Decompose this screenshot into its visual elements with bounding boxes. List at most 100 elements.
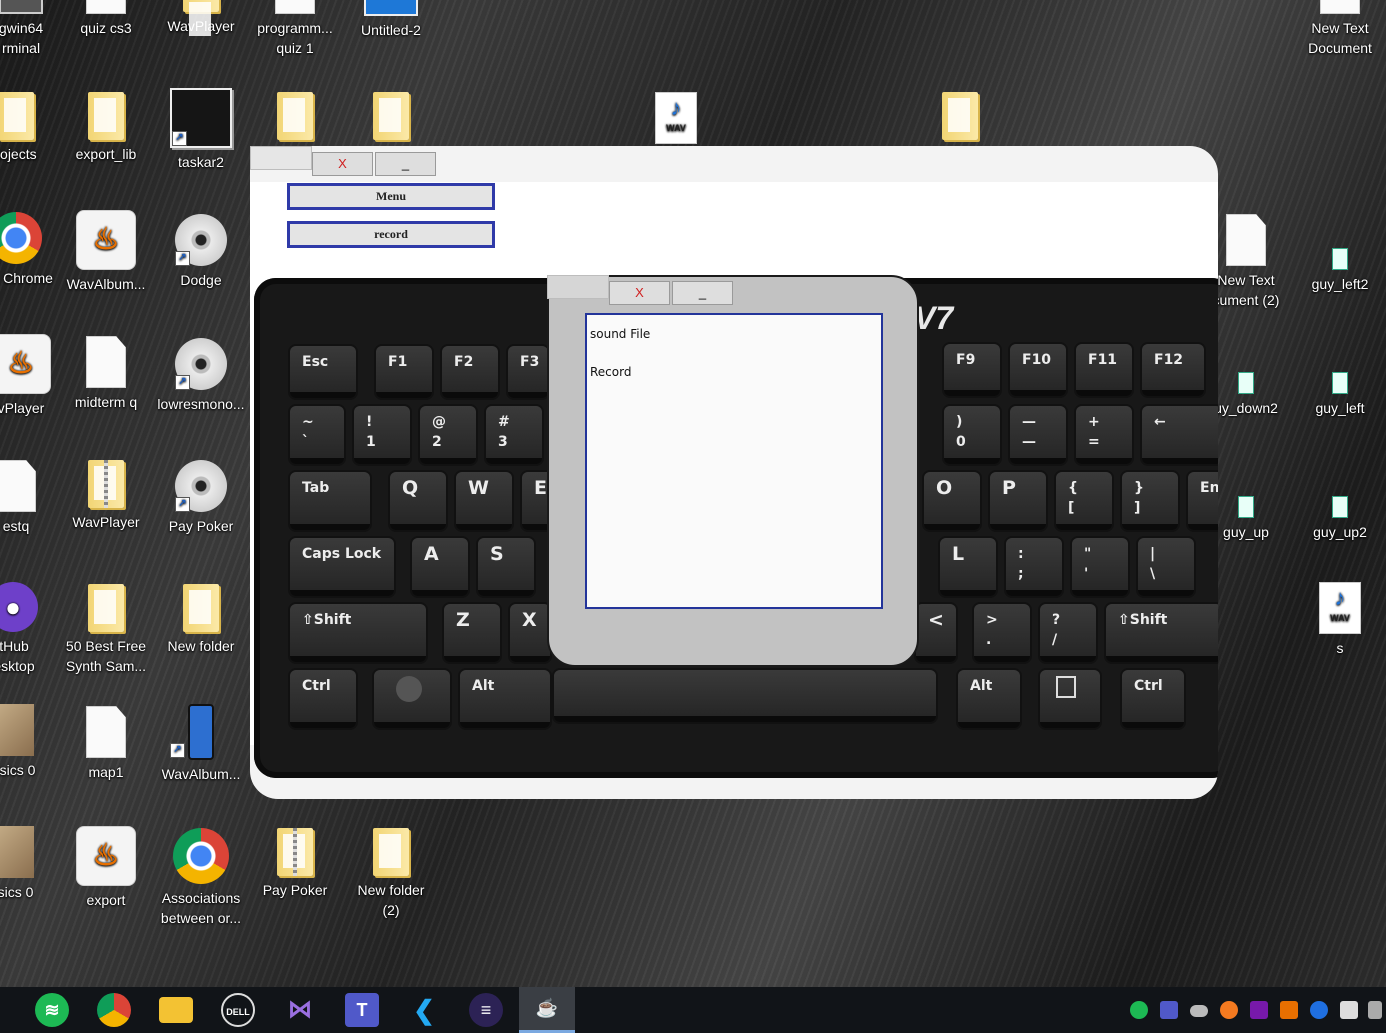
shortcut-arrow-icon: ↗ — [175, 375, 190, 390]
taskbar: ≋ DELL ⋈ T ❮ ≡ ☕ — [0, 987, 1386, 1033]
key-backspace: ← — [1142, 406, 1218, 464]
vscode-icon[interactable]: ❮ — [407, 993, 441, 1027]
folder-icon — [183, 584, 219, 632]
desktop-icon-cygwin-terminal[interactable]: gwin64 rminal — [0, 0, 67, 58]
sprite-image-icon — [1238, 496, 1254, 518]
desktop-icon-export-lib[interactable]: export_lib — [60, 92, 152, 164]
desktop-icon-wav-unlabeled[interactable]: ♪ WAV — [630, 92, 722, 148]
document-icon — [1226, 214, 1266, 266]
desktop-icon-guy-up2[interactable]: guy_up2 — [1294, 496, 1386, 542]
desktop-icon-guy-left2[interactable]: guy_left2 — [1294, 248, 1386, 294]
avast-tray-icon[interactable] — [1220, 1001, 1238, 1019]
dell-icon[interactable]: DELL — [221, 993, 255, 1027]
chrome-icon[interactable] — [97, 993, 131, 1027]
file-explorer-icon[interactable] — [159, 997, 193, 1023]
java-update-tray-icon[interactable] — [1280, 1001, 1298, 1019]
menu-button[interactable]: Menu — [287, 183, 495, 210]
desktop-icon-pay-poker-disc[interactable]: ↗ Pay Poker — [155, 460, 247, 536]
teams-icon[interactable]: T — [345, 993, 379, 1027]
shortcut-arrow-icon: ↗ — [172, 131, 187, 146]
key-2: @ 2 — [420, 406, 476, 464]
desktop-icon-physics-0[interactable]: ysics 0 — [0, 704, 60, 780]
desktop-icon-guy-left[interactable]: guy_left — [1294, 372, 1386, 418]
document-icon — [86, 0, 126, 14]
list-item-sound-file[interactable]: sound File — [590, 327, 650, 341]
desktop-icon-lowresmono[interactable]: ↗ lowresmono... — [155, 338, 247, 414]
desktop-icon-pay-poker-zip[interactable]: Pay Poker — [249, 828, 341, 900]
onenote-tray-icon[interactable] — [1250, 1001, 1268, 1019]
desktop-icon-untitled-2[interactable]: Untitled-2 — [345, 0, 437, 40]
key-q: Q — [390, 472, 446, 530]
image-file-icon — [364, 0, 418, 16]
desktop-icon-folder-unlabeled-3[interactable] — [914, 92, 1006, 144]
key-period: > . — [974, 604, 1030, 662]
key-z: Z — [444, 604, 500, 662]
visual-studio-icon[interactable]: ⋈ — [283, 993, 317, 1027]
key-x: X — [510, 604, 550, 662]
key-bracket-right: } ] — [1122, 472, 1178, 530]
desktop-icon-wavalbum-shortcut[interactable]: ↗ WavAlbum... — [155, 704, 247, 784]
spotify-tray-icon[interactable] — [1130, 1001, 1148, 1019]
desktop-icon-new-folder[interactable]: New folder — [155, 584, 247, 656]
desktop-icon-50-best-free-synth[interactable]: 50 Best Free Synth Sam... — [60, 584, 152, 676]
desktop-icon-quiz-cs3[interactable]: quiz cs3 — [60, 0, 152, 38]
key-shift-right: ⇧Shift — [1106, 604, 1218, 662]
folder-icon — [942, 92, 978, 140]
dialog-minimize-button[interactable]: _ — [672, 281, 733, 305]
list-item-record[interactable]: Record — [590, 365, 631, 379]
key-enter: Ent — [1188, 472, 1218, 530]
desktop-icon-taskar2[interactable]: ↗ taskar2 — [155, 88, 247, 172]
security-tray-icon[interactable] — [1340, 1001, 1358, 1019]
disc-icon: ↗ — [175, 214, 227, 266]
key-s: S — [478, 538, 534, 596]
desktop-icon-dodge[interactable]: ↗ Dodge — [155, 214, 247, 290]
desktop-icon-testq[interactable]: estq — [0, 460, 62, 536]
sprite-image-icon — [1238, 372, 1254, 394]
keyboard-logo: V7 — [914, 300, 954, 336]
desktop-icon-midterm-q[interactable]: midterm q — [60, 336, 152, 412]
onedrive-tray-icon[interactable] — [1190, 1005, 1208, 1017]
key-f1: F1 — [376, 346, 432, 398]
desktop-icon-programming-quiz[interactable]: programm... quiz 1 — [249, 0, 341, 58]
network-tray-icon[interactable] — [1368, 1001, 1382, 1019]
desktop-icon-wavplayer-java[interactable]: ♨ vPlayer — [0, 334, 67, 418]
teams-tray-icon[interactable] — [1160, 1001, 1178, 1019]
java-app-icon[interactable]: ☕ — [519, 987, 575, 1033]
desktop-icon-new-text-document[interactable]: New Text Document — [1294, 0, 1386, 58]
dialog-title-bar-blank — [547, 275, 609, 299]
desktop-icon-folder-unlabeled-2[interactable] — [345, 92, 437, 144]
record-button[interactable]: record — [287, 221, 495, 248]
close-button[interactable]: X — [312, 152, 373, 176]
photo-icon — [0, 704, 34, 756]
desktop-icon-folder-unlabeled-1[interactable] — [249, 92, 341, 144]
desktop-icon-new-folder-2[interactable]: New folder (2) — [345, 828, 437, 920]
bluetooth-tray-icon[interactable] — [1310, 1001, 1328, 1019]
desktop-icon-wavplayer-top[interactable]: WavPlayer — [155, 0, 247, 36]
desktop-icon-s-wav[interactable]: ♪ WAV s — [1294, 582, 1386, 658]
eclipse-icon[interactable]: ≡ — [469, 993, 503, 1027]
key-f10: F10 — [1010, 344, 1066, 396]
key-alt-right: Alt — [958, 670, 1020, 728]
desktop-icon-github-desktop[interactable]: ● tHub esktop — [0, 582, 60, 676]
desktop-icon-projects[interactable]: rojects — [0, 92, 62, 164]
key-f3: F3 — [508, 346, 548, 398]
zip-folder-icon — [277, 828, 313, 876]
minimize-button[interactable]: _ — [375, 152, 436, 176]
desktop-icon-physics-0b[interactable]: isics 0 — [0, 826, 60, 902]
desktop-icon-associations[interactable]: Associations between or... — [155, 828, 247, 928]
media-player-icon: ↗ — [170, 704, 214, 760]
spotify-icon[interactable]: ≋ — [35, 993, 69, 1027]
dialog-close-button[interactable]: X — [609, 281, 670, 305]
document-icon — [86, 706, 126, 758]
disc-icon: ↗ — [175, 460, 227, 512]
folder-icon — [88, 584, 124, 632]
desktop-icon-map1[interactable]: map1 — [60, 706, 152, 782]
java-icon: ♨ — [76, 826, 136, 886]
desktop-icon-wavplayer-zip[interactable]: WavPlayer — [60, 460, 152, 532]
key-1: ! 1 — [354, 406, 410, 464]
document-icon — [1320, 0, 1360, 14]
key-f11: F11 — [1076, 344, 1132, 396]
desktop-icon-wavalbum-java[interactable]: ♨ WavAlbum... — [60, 210, 152, 294]
desktop-icon-export-java[interactable]: ♨ export — [60, 826, 152, 910]
dialog-list[interactable]: sound File Record — [585, 313, 883, 609]
